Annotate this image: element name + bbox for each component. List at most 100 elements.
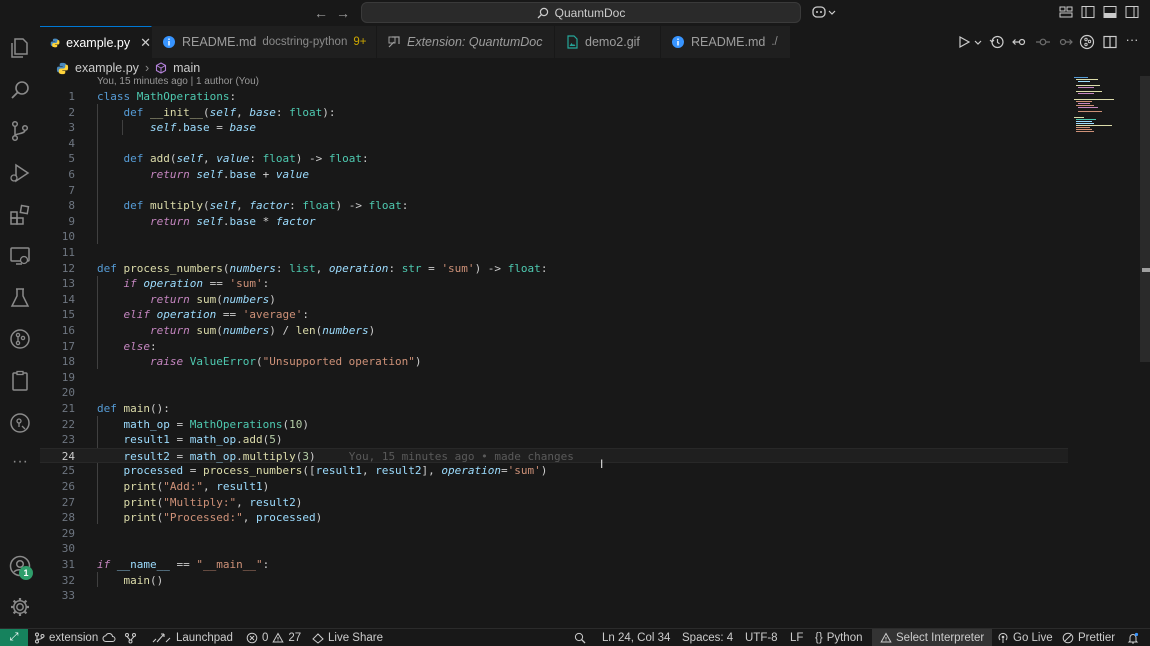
cursor-position[interactable]: Ln 24, Col 34 [602, 629, 670, 646]
remote-indicator-icon[interactable]: ⤢ [0, 629, 28, 646]
inline-blame[interactable]: You, 15 minutes ago • made changes [349, 450, 574, 463]
code-line: 16 return sum(numbers) / len(numbers) [61, 324, 376, 337]
tab-label: README.md [182, 35, 257, 49]
code-line: 4 [68, 136, 75, 150]
prettier-status[interactable]: Prettier [1062, 629, 1115, 646]
code-line: 12 def process_numbers(numbers: list, ope… [61, 261, 548, 275]
run-python-file-icon[interactable] [956, 34, 972, 50]
code-line: 13 if operation == 'sum': [61, 277, 270, 291]
info-icon [672, 36, 684, 48]
notifications-bell-icon[interactable] [1127, 629, 1139, 646]
language-mode[interactable]: {} Python [815, 629, 863, 646]
arrow-left-icon[interactable]: ← [312, 4, 330, 22]
prettier-label: Prettier [1078, 631, 1116, 644]
toggle-secondary-sidebar-icon[interactable] [1124, 4, 1140, 20]
rocket-icon [152, 633, 171, 643]
copilot-icon[interactable] [812, 4, 838, 20]
encoding[interactable]: UTF-8 [745, 629, 778, 646]
open-changes-next-icon[interactable] [1057, 34, 1073, 50]
gitlens-icon[interactable] [8, 327, 32, 351]
prettier-icon [1062, 632, 1074, 644]
arrow-right-icon[interactable]: → [334, 4, 352, 22]
timeline-history-icon[interactable] [989, 34, 1005, 50]
toggle-panel-icon[interactable] [1102, 4, 1118, 20]
run-debug-icon[interactable] [8, 161, 32, 185]
code-line: 19 [61, 370, 75, 384]
launchpad-status[interactable]: Launchpad [152, 629, 233, 646]
remote-explorer-icon[interactable] [8, 244, 32, 268]
close-icon[interactable]: ✕ [140, 35, 151, 51]
symbol-method-icon [156, 62, 167, 74]
git-branch-icon [35, 632, 45, 644]
tab-demo2-gif[interactable]: demo2.gif [555, 26, 661, 58]
tab-extension-quantumdoc[interactable]: Extension: QuantumDoc [377, 26, 555, 58]
customize-layout-icon[interactable] [1058, 4, 1074, 20]
more-icon[interactable]: ··· [8, 452, 32, 476]
gitlens-commit-icon[interactable] [1035, 34, 1051, 50]
interpreter-label: Select Interpreter [896, 631, 985, 644]
codelens-blame[interactable]: You, 15 minutes ago | 1 author (You) [97, 76, 259, 87]
tab-readme-root[interactable]: README.md ./ [661, 26, 791, 58]
live-share-status[interactable]: Live Share [312, 629, 383, 646]
source-control-icon[interactable] [8, 119, 32, 143]
end-of-line[interactable]: LF [790, 629, 803, 646]
command-center-search[interactable]: QuantumDoc [361, 2, 801, 23]
go-live-button[interactable]: Go Live [997, 629, 1053, 646]
launchpad-label: Launchpad [176, 631, 233, 644]
code-line: 6 return self.base + value [68, 168, 309, 181]
warning-icon [880, 632, 892, 643]
title-bar: ← → QuantumDoc [0, 0, 1150, 26]
search-icon [537, 7, 548, 18]
code-line: 22 math_op = MathOperations(10) [61, 417, 309, 431]
code-line: 3 self.base = base [68, 121, 256, 135]
problems-status[interactable]: 0 27 [246, 629, 301, 646]
more-actions-icon[interactable]: ··· [1124, 33, 1140, 50]
gitlens-inspect-icon[interactable] [8, 411, 32, 435]
tab-subtitle: ./ [771, 36, 778, 48]
editor-tab-bar: example.py ✕ README.md docstring-python … [40, 26, 1150, 58]
tab-readme-docstring[interactable]: README.md docstring-python 9+ [152, 26, 377, 58]
explorer-icon[interactable] [8, 36, 32, 60]
extension-preview-icon [388, 36, 400, 48]
open-changes-previous-icon[interactable] [1012, 34, 1028, 50]
extensions-icon[interactable] [8, 203, 32, 227]
code-line: 20 [61, 386, 75, 400]
live-share-icon [312, 633, 324, 644]
settings-gear-icon[interactable] [8, 595, 32, 619]
error-count: 0 [262, 631, 269, 644]
code-line: 29 [61, 526, 75, 540]
graph-icon[interactable] [124, 629, 137, 646]
breadcrumb-file[interactable]: example.py [75, 61, 139, 75]
testing-icon[interactable] [8, 286, 32, 310]
clipboard-icon[interactable] [8, 369, 32, 393]
code-line: 1 class MathOperations: [68, 90, 237, 103]
zoom-icon[interactable] [574, 629, 586, 646]
indentation[interactable]: Spaces: 4 [682, 629, 733, 646]
select-interpreter[interactable]: Select Interpreter [872, 629, 993, 646]
code-line: 17 else: [61, 339, 157, 353]
status-bar: ⤢ extension Launchpad 0 27 Live Share Ln… [0, 628, 1150, 646]
toggle-primary-sidebar-icon[interactable] [1080, 4, 1096, 20]
warning-count: 27 [288, 631, 302, 644]
minimap[interactable] [1072, 76, 1138, 136]
braces-icon: {} [815, 631, 823, 644]
language-label: Python [826, 631, 863, 644]
code-editor[interactable]: You, 15 minutes ago | 1 author (You) 1 cl… [40, 76, 1140, 628]
code-line: 8 def multiply(self, factor: float) -> f… [68, 199, 409, 213]
tab-example-py[interactable]: example.py ✕ [40, 26, 152, 58]
gitlens-inspect-icon[interactable] [1079, 34, 1095, 50]
vertical-scrollbar[interactable] [1140, 76, 1150, 362]
image-file-icon [567, 35, 578, 49]
breadcrumb-symbol[interactable]: main [173, 61, 200, 75]
code-line: 30 [61, 542, 75, 556]
breadcrumb: example.py › main [40, 58, 1150, 78]
split-editor-icon[interactable] [1102, 34, 1118, 50]
tab-label: Extension: QuantumDoc [407, 35, 543, 49]
text-cursor-icon: I [600, 457, 604, 471]
go-live-label: Go Live [1013, 631, 1053, 644]
scrollbar-cursor-marker [1142, 268, 1150, 272]
tab-label: README.md [691, 35, 766, 49]
branch-status[interactable]: extension [34, 629, 116, 646]
search-icon[interactable] [8, 78, 32, 102]
chevron-down-icon[interactable] [973, 34, 983, 50]
